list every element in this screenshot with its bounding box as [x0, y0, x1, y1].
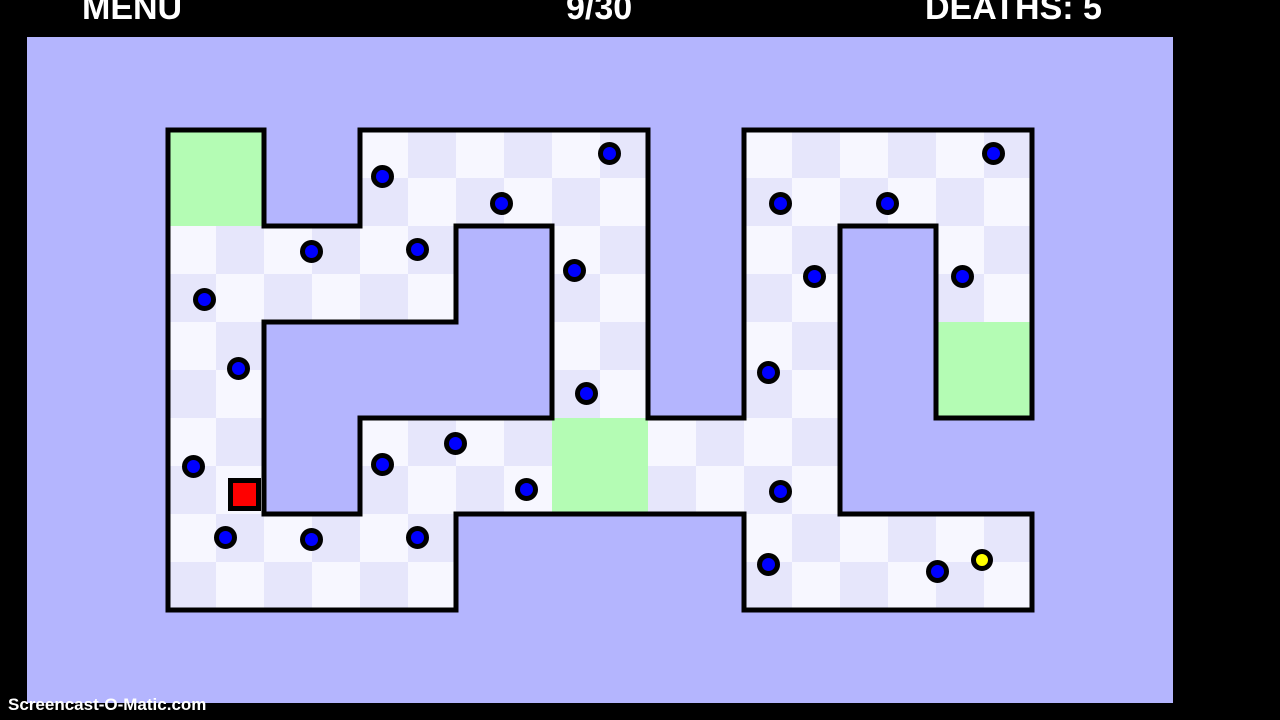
- enemy-dot: [226, 356, 250, 380]
- enemy-dot: [562, 258, 586, 282]
- enemy-dot: [181, 454, 205, 478]
- enemy-dot: [574, 381, 598, 405]
- enemy-dot: [768, 479, 792, 503]
- enemy-dot: [299, 527, 323, 551]
- enemy-dot: [768, 191, 792, 215]
- enemy-dot: [192, 287, 216, 311]
- enemy-dot: [802, 264, 826, 288]
- enemy-dot: [370, 452, 394, 476]
- enemy-dot: [299, 239, 323, 263]
- level-progress: 9/30: [566, 0, 633, 27]
- enemy-dot: [213, 525, 237, 549]
- enemy-dot: [514, 477, 538, 501]
- enemy-dot: [489, 191, 513, 215]
- deaths-counter: DEATHS: 5: [925, 0, 1102, 27]
- menu-button[interactable]: MENU: [82, 0, 182, 28]
- game-board: [27, 37, 1173, 703]
- player-square[interactable]: [228, 478, 261, 511]
- enemy-dot: [925, 559, 949, 583]
- watermark: Screencast-O-Matic.com: [8, 695, 207, 714]
- enemy-dot: [875, 191, 899, 215]
- coin: [971, 549, 993, 571]
- enemy-dot: [443, 431, 467, 455]
- enemy-dot: [370, 164, 394, 188]
- enemy-dot: [405, 237, 429, 261]
- enemy-dot: [756, 360, 780, 384]
- enemy-dot: [405, 525, 429, 549]
- enemy-dot: [597, 141, 621, 165]
- enemy-dot: [981, 141, 1005, 165]
- enemy-dot: [756, 552, 780, 576]
- level-walls: [165, 127, 1035, 613]
- enemy-dot: [950, 264, 974, 288]
